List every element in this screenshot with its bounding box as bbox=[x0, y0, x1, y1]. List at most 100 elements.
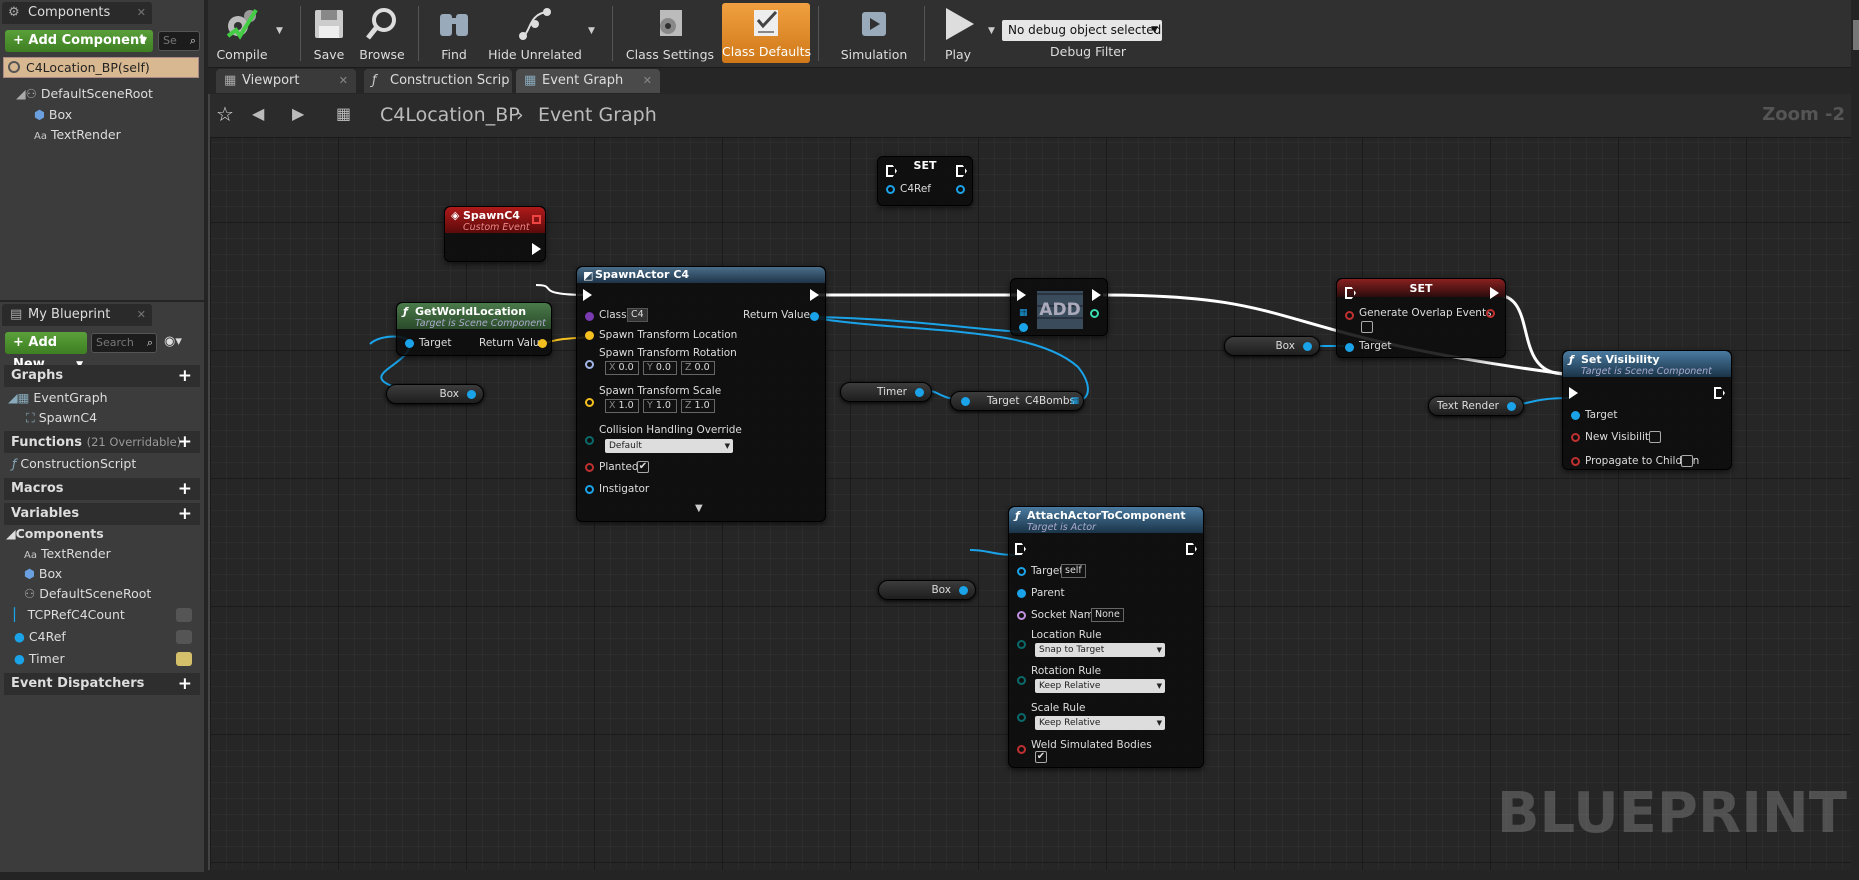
socket-value[interactable]: None bbox=[1091, 608, 1124, 622]
tab-construction-script[interactable]: ƒ Construction Scrip bbox=[364, 69, 512, 93]
rotation-z[interactable]: Z 0.0 bbox=[681, 361, 715, 375]
vector-in-pin[interactable] bbox=[585, 398, 594, 407]
visibility-eye-icon[interactable]: ◉▾ bbox=[164, 334, 182, 349]
bool-in-pin[interactable] bbox=[1571, 457, 1580, 466]
vector-in-pin[interactable] bbox=[585, 331, 594, 340]
var-item-box[interactable]: ⬢ Box bbox=[24, 565, 62, 583]
play-dropdown-icon[interactable]: ▼ bbox=[988, 26, 995, 36]
back-arrow-icon[interactable]: ◀ bbox=[252, 104, 264, 123]
rotation-y[interactable]: Y 0.0 bbox=[643, 361, 677, 375]
rotation-rule-dropdown[interactable]: Keep Relative bbox=[1035, 679, 1165, 693]
save-button[interactable]: Save bbox=[304, 0, 354, 66]
scale-z[interactable]: Z 1.0 bbox=[681, 399, 715, 413]
exec-out-pin[interactable] bbox=[810, 289, 819, 301]
exec-in-pin[interactable] bbox=[583, 289, 592, 301]
delegate-pin[interactable] bbox=[532, 215, 541, 224]
visibility-toggle-icon[interactable] bbox=[176, 630, 192, 644]
collision-dropdown[interactable]: Default bbox=[605, 439, 733, 453]
spawnc4-event-node[interactable]: ◈ SpawnC4 Custom Event bbox=[444, 206, 546, 262]
planted-checkbox[interactable]: ✔ bbox=[637, 461, 649, 473]
add-macro-icon[interactable]: + bbox=[178, 478, 192, 500]
tree-item-textrender[interactable]: Aa TextRender bbox=[34, 126, 121, 144]
vector-out-pin[interactable] bbox=[538, 339, 547, 348]
box-variable-node[interactable]: Box bbox=[878, 580, 976, 600]
object-in-pin[interactable] bbox=[585, 485, 594, 494]
variables-components-header[interactable]: ◢Components bbox=[6, 525, 104, 543]
object-in-pin[interactable] bbox=[1019, 323, 1028, 332]
close-icon[interactable]: ✕ bbox=[339, 69, 348, 93]
class-settings-button[interactable]: Class Settings bbox=[624, 0, 716, 66]
exec-out-pin[interactable] bbox=[532, 243, 541, 255]
enum-in-pin[interactable] bbox=[1017, 713, 1026, 722]
section-graphs[interactable]: Graphs + bbox=[4, 365, 200, 387]
close-icon[interactable]: ✕ bbox=[137, 2, 146, 24]
exec-out-pin[interactable] bbox=[1092, 289, 1101, 301]
var-item-textrender[interactable]: Aa TextRender bbox=[24, 545, 111, 563]
box-variable-node[interactable]: Box bbox=[386, 384, 484, 404]
add-graph-icon[interactable]: + bbox=[178, 365, 192, 387]
simulation-button[interactable]: Simulation bbox=[828, 0, 920, 66]
self-item[interactable]: C4Location_BP(self) bbox=[3, 57, 199, 78]
exec-out-pin[interactable] bbox=[1714, 387, 1725, 399]
var-item-c4ref[interactable]: ● C4Ref bbox=[14, 628, 200, 646]
add-function-icon[interactable]: + bbox=[178, 431, 192, 453]
target-in-pin[interactable] bbox=[961, 397, 970, 406]
section-macros[interactable]: Macros + bbox=[4, 478, 200, 500]
rotation-x[interactable]: X 0.0 bbox=[605, 361, 639, 375]
object-out-pin[interactable] bbox=[915, 388, 924, 397]
enum-in-pin[interactable] bbox=[1017, 676, 1026, 685]
bool-in-pin[interactable] bbox=[1345, 311, 1354, 320]
get-world-location-node[interactable]: ƒ GetWorldLocation Target is Scene Compone… bbox=[396, 302, 552, 356]
visibility-toggle-icon[interactable] bbox=[176, 608, 192, 622]
class-pin[interactable] bbox=[585, 312, 594, 321]
play-button[interactable]: Play bbox=[928, 0, 988, 66]
forward-arrow-icon[interactable]: ▶ bbox=[292, 104, 304, 123]
var-item-timer[interactable]: ● Timer bbox=[14, 650, 200, 668]
new-visibility-checkbox[interactable] bbox=[1649, 431, 1661, 443]
set-c4ref-node[interactable]: SET C4Ref bbox=[877, 156, 973, 206]
target-in-pin[interactable] bbox=[1017, 567, 1026, 576]
tab-event-graph[interactable]: ▦ Event Graph ✕ bbox=[516, 69, 660, 93]
target-value[interactable]: self bbox=[1061, 564, 1086, 578]
var-item-defaultsceneroot[interactable]: ⚇ DefaultSceneRoot bbox=[24, 585, 151, 603]
text-render-variable-node[interactable]: Text Render bbox=[1428, 396, 1524, 416]
int-out-pin[interactable] bbox=[1090, 309, 1099, 318]
propagate-checkbox[interactable] bbox=[1681, 455, 1693, 467]
set-overlap-node[interactable]: SET Generate Overlap Events Target bbox=[1336, 278, 1506, 358]
location-rule-dropdown[interactable]: Snap to Target bbox=[1035, 643, 1165, 657]
exec-out-pin[interactable] bbox=[1186, 543, 1197, 555]
scale-y[interactable]: Y 1.0 bbox=[643, 399, 677, 413]
tree-item-defaultsceneroot[interactable]: ◢⚇ DefaultSceneRoot bbox=[16, 85, 153, 103]
target-in-pin[interactable] bbox=[1345, 343, 1354, 352]
exec-in-pin[interactable] bbox=[1017, 289, 1026, 301]
object-out-pin[interactable] bbox=[1303, 342, 1312, 351]
c4bombs-get-node[interactable]: Target C4Bombs ▦ bbox=[950, 391, 1084, 411]
array-add-node[interactable]: ADD ▦ bbox=[1010, 278, 1108, 336]
weld-checkbox[interactable]: ✔ bbox=[1035, 751, 1047, 763]
exec-in-pin[interactable] bbox=[1569, 387, 1578, 399]
hide-unrelated-button[interactable]: Hide Unrelated bbox=[484, 0, 586, 66]
find-button[interactable]: Find bbox=[424, 0, 484, 66]
right-scrollbar[interactable] bbox=[1853, 20, 1859, 50]
timer-variable-node[interactable]: Timer bbox=[840, 382, 932, 402]
hide-unrelated-dropdown-icon[interactable]: ▼ bbox=[588, 26, 595, 36]
target-in-pin[interactable] bbox=[1571, 411, 1580, 420]
close-icon[interactable]: ✕ bbox=[137, 304, 146, 326]
target-pin[interactable] bbox=[405, 339, 414, 348]
array-in-pin[interactable]: ▦ bbox=[1019, 309, 1028, 318]
breadcrumb-blueprint[interactable]: C4Location_BP bbox=[380, 104, 520, 126]
bool-out-pin[interactable] bbox=[1486, 309, 1495, 318]
event-graph-canvas[interactable]: ☆ ◀ ▶ ▦ C4Location_BP › Event Graph Zoom… bbox=[208, 94, 1851, 870]
expand-arrow-icon[interactable]: ▼ bbox=[695, 503, 703, 514]
class-defaults-button[interactable]: Class Defaults bbox=[722, 3, 811, 63]
browse-button[interactable]: Browse bbox=[354, 0, 410, 66]
scale-x[interactable]: X 1.0 bbox=[605, 399, 639, 413]
graph-item-eventgraph[interactable]: ◢▦ EventGraph bbox=[8, 389, 108, 407]
graph-item-spawnc4[interactable]: ⛶ SpawnC4 bbox=[26, 409, 97, 427]
debug-object-select[interactable]: No debug object selected ▼ bbox=[1002, 20, 1162, 41]
object-out-pin[interactable] bbox=[959, 586, 968, 595]
add-component-button[interactable]: + Add Component ▼ bbox=[5, 30, 153, 52]
section-functions[interactable]: Functions (21 Overridable) + bbox=[4, 431, 200, 453]
spawn-actor-node[interactable]: ◩ SpawnActor C4 Class C4 Return Value Spa… bbox=[576, 266, 826, 522]
add-new-button[interactable]: + Add New ▼ bbox=[5, 332, 87, 372]
